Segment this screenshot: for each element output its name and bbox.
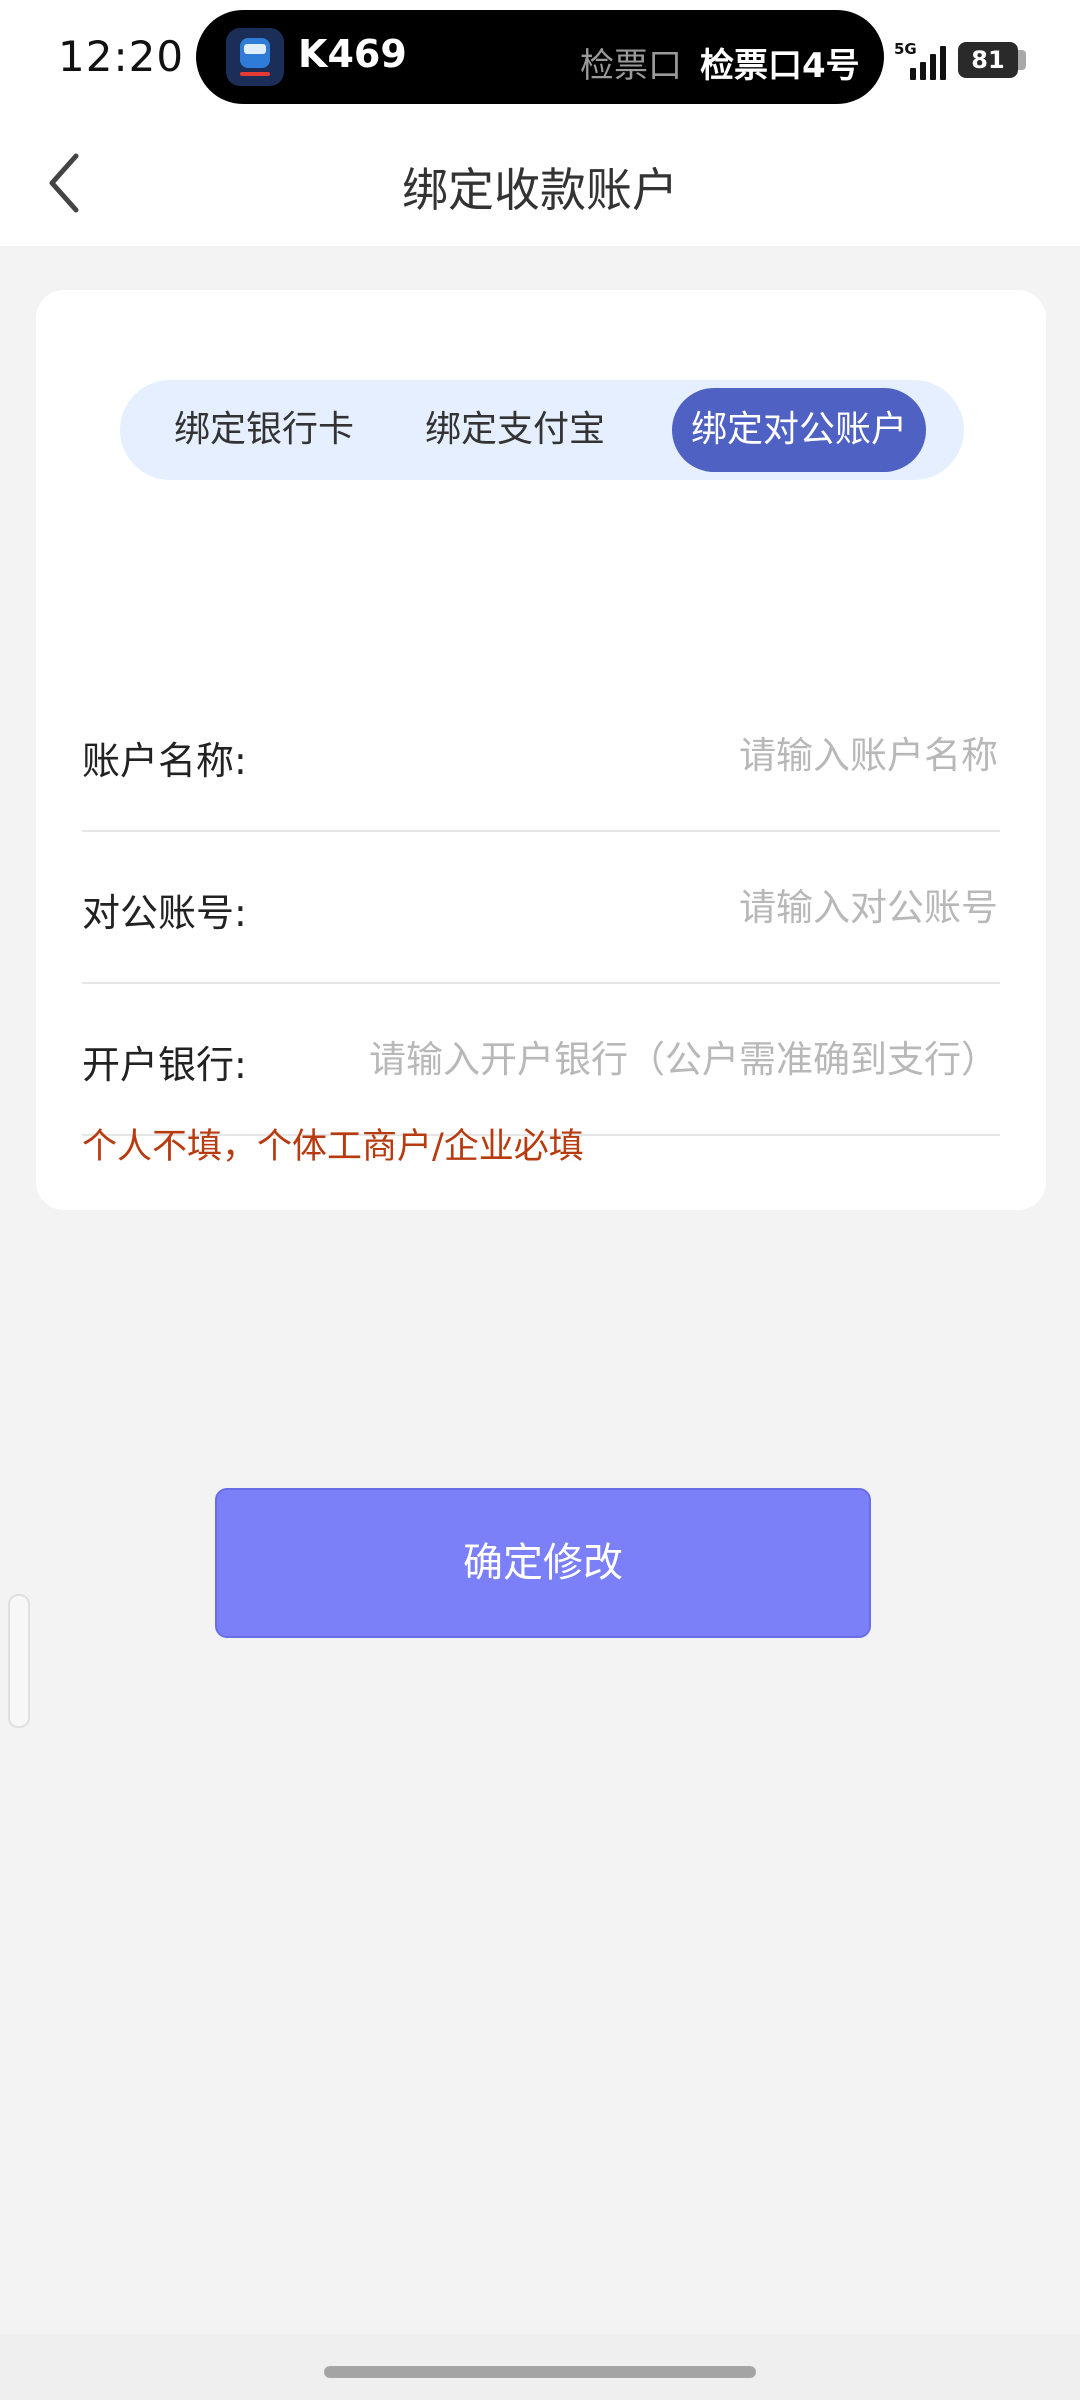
side-drawer-handle[interactable] [8, 1594, 30, 1728]
account-name-row: 账户名称: [82, 678, 1000, 832]
nav-bar: 绑定收款账户 [0, 120, 1080, 246]
bank-row: 开户银行: [82, 982, 1000, 1136]
status-bar: 12:20 K469 检票口 检票口4号 5G 81 [0, 0, 1080, 120]
confirm-button[interactable]: 确定修改 [215, 1488, 871, 1638]
account-name-label: 账户名称: [82, 739, 247, 783]
status-time: 12:20 [58, 32, 185, 81]
account-form-card: 绑定银行卡 绑定支付宝 绑定对公账户 账户名称: 对公账号: 开户银行: 个人不… [36, 290, 1046, 1210]
tab-corporate-account[interactable]: 绑定对公账户 [672, 388, 926, 472]
live-activity-island[interactable]: K469 检票口 检票口4号 [196, 10, 884, 104]
train-number: K469 [298, 32, 407, 76]
account-type-tabs: 绑定银行卡 绑定支付宝 绑定对公账户 [120, 380, 964, 480]
tab-bank-card[interactable]: 绑定银行卡 [164, 380, 364, 480]
account-number-row: 对公账号: [82, 830, 1000, 984]
account-name-input[interactable] [436, 718, 1000, 792]
bank-input[interactable] [306, 1022, 1000, 1096]
gate-label: 检票口4号 [700, 46, 860, 86]
signal-icon [910, 44, 950, 80]
page-title: 绑定收款账户 [402, 163, 678, 217]
account-number-input[interactable] [436, 870, 1000, 944]
account-number-label: 对公账号: [82, 891, 247, 935]
train-app-icon [226, 28, 284, 86]
gate-label-dim: 检票口 [580, 46, 682, 86]
battery-icon: 81 [958, 42, 1018, 78]
bank-label: 开户银行: [82, 1043, 247, 1087]
battery-tip [1018, 50, 1026, 70]
tab-alipay[interactable]: 绑定支付宝 [415, 380, 615, 480]
form-note: 个人不填，个体工商户/企业必填 [82, 1127, 584, 1167]
home-indicator[interactable] [324, 2366, 756, 2378]
